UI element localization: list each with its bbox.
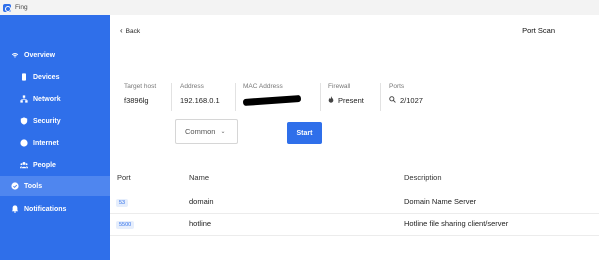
back-label: Back (125, 27, 141, 35)
info-ports: Ports 2/1027 (389, 83, 423, 105)
port-badge: 5500 (116, 221, 135, 229)
port-description: Domain Name Server (404, 197, 477, 206)
title-bar: Fing (0, 0, 599, 15)
target-host-value: f3896lg (124, 96, 149, 105)
globe-icon (19, 139, 28, 148)
table-row[interactable]: 53 domain Domain Name Server (110, 192, 599, 214)
port-preset-value: Common (185, 127, 216, 136)
firewall-value: Present (338, 96, 364, 105)
sidebar-item-label: Network (33, 95, 61, 103)
sidebar-item-label: Internet (33, 139, 59, 147)
shield-icon (19, 117, 28, 126)
port-name: hotline (189, 219, 212, 228)
port-name: domain (189, 197, 214, 206)
sidebar-item-label: Notifications (24, 205, 67, 213)
page-title: Port Scan (522, 26, 555, 35)
fing-logo-icon (3, 3, 11, 12)
sidebar-item-internet[interactable]: Internet (0, 133, 110, 153)
fire-icon (328, 96, 334, 105)
port-description: Hotline file sharing client/server (404, 219, 509, 228)
sidebar-item-label: Tools (24, 182, 43, 190)
port-preset-select[interactable]: Common ⌄ (175, 119, 238, 144)
sidebar-item-devices[interactable]: Devices (0, 67, 110, 87)
sidebar-item-label: Devices (33, 73, 60, 81)
sidebar-item-notifications[interactable]: Notifications (0, 199, 110, 219)
sidebar-item-label: Overview (24, 51, 56, 59)
ports-label: Ports (389, 83, 405, 90)
sidebar: Overview Devices Network Security Intern… (0, 15, 110, 260)
info-mac-address: MAC Address (242, 83, 302, 107)
mac-address-label: MAC Address (243, 83, 283, 90)
firewall-label: Firewall (328, 83, 351, 90)
wifi-icon (10, 51, 19, 60)
divider (235, 83, 236, 111)
start-button[interactable]: Start (287, 122, 322, 144)
device-icon (19, 73, 28, 82)
sidebar-item-tools[interactable]: Tools (0, 176, 110, 196)
sidebar-item-overview[interactable]: Overview (0, 45, 110, 65)
info-address: Address 192.168.0.1 (180, 83, 220, 105)
main-panel: ‹ Back Port Scan Target host f3896lg Add… (110, 15, 599, 260)
divider (320, 83, 321, 111)
window-title: Fing (15, 4, 28, 11)
tools-icon (10, 182, 19, 191)
ports-value-row: 2/1027 (389, 96, 423, 105)
sidebar-item-label: Security (33, 117, 61, 125)
chevron-down-icon: ⌄ (220, 129, 226, 135)
address-label: Address (180, 83, 204, 90)
chevron-left-icon: ‹ (120, 26, 123, 35)
sidebar-item-security[interactable]: Security (0, 111, 110, 131)
sidebar-item-people[interactable]: People (0, 155, 110, 175)
column-header-description: Description (404, 173, 442, 182)
search-icon (389, 96, 396, 105)
divider (380, 83, 381, 111)
info-firewall: Firewall Present (328, 83, 364, 105)
table-row[interactable]: 5500 hotline Hotline file sharing client… (110, 214, 599, 236)
network-icon (19, 95, 28, 104)
address-value: 192.168.0.1 (180, 96, 220, 105)
sidebar-item-network[interactable]: Network (0, 89, 110, 109)
target-host-label: Target host (124, 83, 157, 90)
column-header-port: Port (117, 173, 131, 182)
bell-icon (10, 205, 19, 214)
people-icon (19, 161, 28, 170)
mac-address-value (242, 94, 302, 107)
redaction-mark (242, 94, 302, 107)
firewall-value-row: Present (328, 96, 364, 105)
info-target-host: Target host f3896lg (124, 83, 156, 105)
column-header-name: Name (189, 173, 210, 182)
sidebar-item-label: People (33, 161, 56, 169)
ports-value: 2/1027 (400, 96, 423, 105)
divider (171, 83, 172, 111)
port-badge: 53 (116, 199, 129, 207)
back-button[interactable]: ‹ Back (120, 27, 140, 35)
